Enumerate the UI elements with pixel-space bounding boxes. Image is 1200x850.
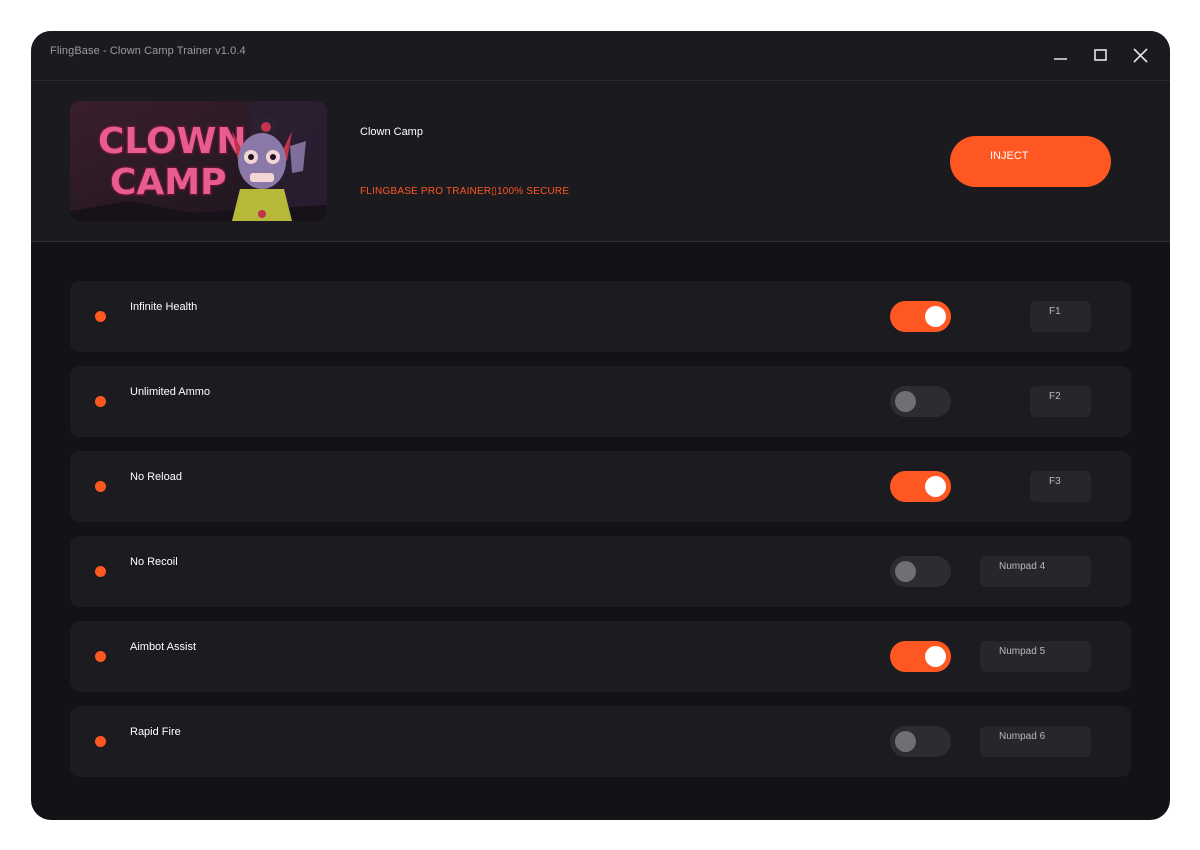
status-dot [95, 481, 106, 492]
status-dot [95, 311, 106, 322]
minimize-icon [1054, 58, 1067, 60]
cheat-list: Infinite Health F1 Unlimited Ammo F2 No … [70, 281, 1131, 791]
cheat-toggle[interactable] [890, 641, 951, 672]
cheat-row: No Recoil Numpad 4 [70, 536, 1131, 607]
status-dot [95, 566, 106, 577]
hotkey-label: F2 [1049, 391, 1061, 402]
toggle-knob [925, 646, 946, 667]
hotkey-label: Numpad 5 [999, 646, 1046, 657]
maximize-icon [1094, 49, 1107, 61]
status-dot [95, 396, 106, 407]
close-button[interactable] [1130, 45, 1152, 67]
cheat-toggle[interactable] [890, 471, 951, 502]
cheat-row: Infinite Health F1 [70, 281, 1131, 352]
toggle-knob [925, 476, 946, 497]
trainer-tagline: FLINGBASE PRO TRAINER▯100% SECURE [360, 186, 570, 197]
cheat-toggle[interactable] [890, 386, 951, 417]
cheat-toggle[interactable] [890, 301, 951, 332]
banner-title-line2: CAMP [110, 162, 227, 203]
hotkey-button[interactable]: Numpad 5 [980, 641, 1091, 672]
inject-button[interactable]: INJECT [950, 136, 1111, 187]
close-icon [1133, 48, 1148, 63]
cheat-label: No Recoil [130, 556, 178, 568]
inject-button-label: INJECT [990, 150, 1029, 162]
cheat-row: Rapid Fire Numpad 6 [70, 706, 1131, 777]
trainer-window: FlingBase - Clown Camp Trainer v1.0.4 CL… [31, 31, 1170, 820]
title-bar[interactable]: FlingBase - Clown Camp Trainer v1.0.4 [31, 31, 1170, 81]
hotkey-button[interactable]: F1 [1030, 301, 1091, 332]
hotkey-button[interactable]: F2 [1030, 386, 1091, 417]
hotkey-button[interactable]: Numpad 6 [980, 726, 1091, 757]
cheat-row: Aimbot Assist Numpad 5 [70, 621, 1131, 692]
cheat-row: Unlimited Ammo F2 [70, 366, 1131, 437]
hotkey-label: Numpad 6 [999, 731, 1046, 742]
hotkey-button[interactable]: Numpad 4 [980, 556, 1091, 587]
status-dot [95, 651, 106, 662]
hotkey-label: Numpad 4 [999, 561, 1046, 572]
cheat-label: Unlimited Ammo [130, 386, 211, 398]
cheat-label: No Reload [130, 471, 182, 483]
status-dot [95, 736, 106, 747]
maximize-button[interactable] [1090, 45, 1112, 67]
game-banner-image: CLOWN CAMP [70, 101, 327, 221]
minimize-button[interactable] [1050, 45, 1072, 67]
cheat-toggle[interactable] [890, 556, 951, 587]
game-header: CLOWN CAMP Clown Camp FLINGBASE PRO TRAI… [31, 81, 1170, 242]
window-title: FlingBase - Clown Camp Trainer v1.0.4 [50, 45, 246, 57]
cheat-label: Aimbot Assist [130, 641, 197, 653]
cheat-toggle[interactable] [890, 726, 951, 757]
hotkey-button[interactable]: F3 [1030, 471, 1091, 502]
banner-title-line1: CLOWN [98, 121, 247, 162]
toggle-knob [925, 306, 946, 327]
toggle-knob [895, 391, 916, 412]
hotkey-label: F1 [1049, 306, 1061, 317]
game-name: Clown Camp [360, 126, 423, 138]
toggle-knob [895, 731, 916, 752]
cheat-label: Infinite Health [130, 301, 198, 313]
cheat-row: No Reload F3 [70, 451, 1131, 522]
cheat-label: Rapid Fire [130, 726, 181, 738]
toggle-knob [895, 561, 916, 582]
hotkey-label: F3 [1049, 476, 1061, 487]
